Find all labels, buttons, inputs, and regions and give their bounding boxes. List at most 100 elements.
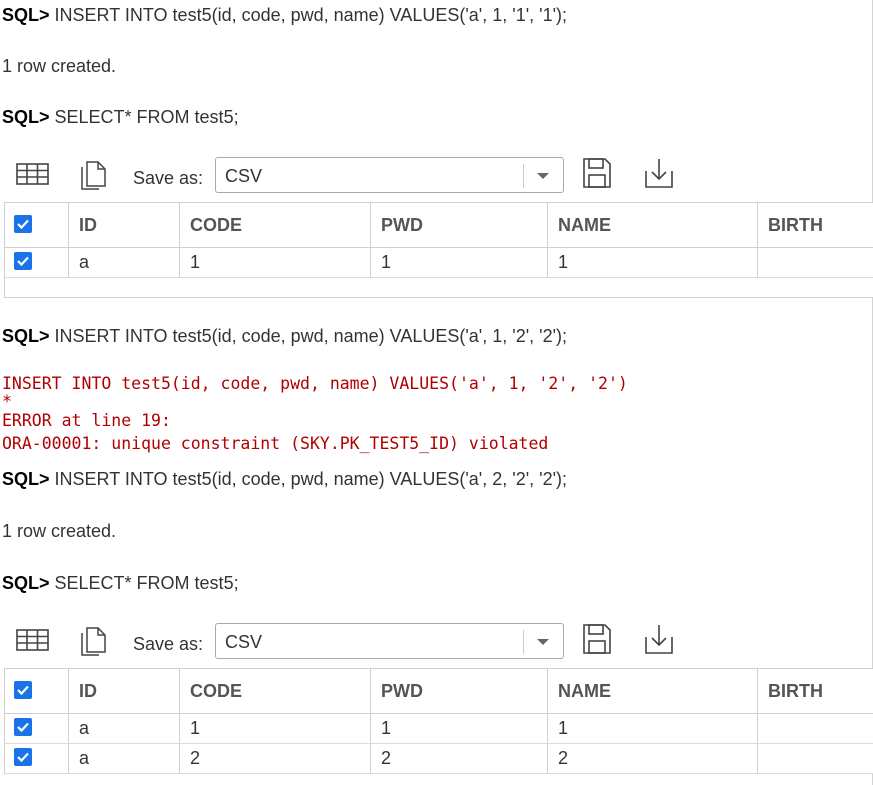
sql-text: INSERT INTO test5(id, code, pwd, name) V… [54, 5, 568, 25]
column-header-pwd[interactable]: PWD [371, 203, 548, 247]
cell-pwd: 2 [371, 744, 548, 773]
grid-header-row: ID CODE PWD NAME BIRTH [5, 669, 873, 714]
column-label: BIRTH [768, 681, 823, 701]
sql-statement-5: SQL> SELECT* FROM test5; [2, 573, 239, 594]
cell-value: 1 [381, 252, 392, 272]
sql-text: SELECT* FROM test5; [54, 573, 239, 593]
save-icon[interactable] [582, 623, 616, 654]
cell-id: a [69, 714, 180, 743]
column-header-name[interactable]: NAME [548, 203, 758, 247]
row-select-cell [5, 248, 69, 277]
cell-id: a [69, 744, 180, 773]
cell-value: a [79, 252, 90, 272]
result-toolbar-1: Save as: CSV [0, 156, 873, 200]
error-marker: * [2, 392, 12, 411]
save-as-label: Save as: [133, 168, 204, 188]
column-header-code[interactable]: CODE [180, 203, 371, 247]
cell-name: 1 [548, 248, 758, 277]
select-all-cell [5, 203, 69, 247]
column-label: ID [79, 681, 97, 701]
sql-statement-1: SQL> INSERT INTO test5(id, code, pwd, na… [2, 5, 567, 26]
table-row[interactable]: a 1 1 1 [5, 248, 873, 278]
cell-code: 2 [180, 744, 371, 773]
column-label: PWD [381, 681, 423, 701]
copy-icon[interactable] [79, 158, 113, 190]
result-toolbar-2: Save as: CSV [0, 622, 873, 666]
save-icon[interactable] [582, 157, 616, 188]
column-label: CODE [190, 215, 243, 235]
cell-value: 1 [190, 718, 201, 738]
cell-value: 1 [558, 718, 569, 738]
row-checkbox[interactable] [14, 718, 32, 736]
sql-statement-2: SQL> SELECT* FROM test5; [2, 107, 239, 128]
download-icon[interactable] [644, 623, 678, 654]
row-select-cell [5, 714, 69, 743]
column-header-id[interactable]: ID [69, 669, 180, 713]
cell-pwd: 1 [371, 714, 548, 743]
sql-prompt: SQL> [2, 326, 50, 346]
row-checkbox[interactable] [14, 748, 32, 766]
select-all-cell [5, 669, 69, 713]
export-format-select[interactable]: CSV [215, 157, 564, 193]
error-echo: INSERT INTO test5(id, code, pwd, name) V… [2, 374, 628, 393]
sql-statement-4: SQL> INSERT INTO test5(id, code, pwd, na… [2, 469, 567, 490]
cell-value: 2 [558, 748, 569, 768]
cell-id: a [69, 248, 180, 277]
sql-prompt: SQL> [2, 469, 50, 489]
column-header-birth[interactable]: BIRTH [758, 203, 873, 247]
column-label: PWD [381, 215, 423, 235]
result-message-1: 1 row created. [2, 56, 117, 76]
grid-header-row: ID CODE PWD NAME BIRTH [5, 203, 873, 248]
grid-view-icon[interactable] [16, 162, 50, 192]
cell-code: 1 [180, 248, 371, 277]
sql-statement-3: SQL> INSERT INTO test5(id, code, pwd, na… [2, 326, 567, 347]
column-header-id[interactable]: ID [69, 203, 180, 247]
result-message-2: 1 row created. [2, 521, 117, 541]
column-label: NAME [558, 215, 611, 235]
sql-prompt: SQL> [2, 5, 50, 25]
copy-icon[interactable] [79, 624, 113, 656]
cell-value: 2 [190, 748, 201, 768]
select-divider [523, 630, 524, 654]
sql-prompt: SQL> [2, 573, 50, 593]
column-header-birth[interactable]: BIRTH [758, 669, 873, 713]
column-label: CODE [190, 681, 243, 701]
cell-value: 1 [558, 252, 569, 272]
result-grid-1: ID CODE PWD NAME BIRTH a 1 1 1 [4, 202, 873, 298]
cell-value: 1 [190, 252, 201, 272]
error-line: ERROR at line 19: [2, 411, 171, 430]
cell-value: a [79, 718, 90, 738]
error-block: INSERT INTO test5(id, code, pwd, name) V… [2, 372, 628, 455]
export-format-select[interactable]: CSV [215, 623, 564, 659]
table-row[interactable]: a 2 2 2 [5, 744, 873, 774]
select-divider [523, 164, 524, 188]
export-format-value: CSV [225, 632, 263, 652]
cell-birth [758, 744, 873, 773]
sql-text: INSERT INTO test5(id, code, pwd, name) V… [54, 469, 568, 489]
column-label: ID [79, 215, 97, 235]
column-header-pwd[interactable]: PWD [371, 669, 548, 713]
row-checkbox[interactable] [14, 252, 32, 270]
chevron-down-icon[interactable] [534, 167, 552, 185]
sql-prompt: SQL> [2, 107, 50, 127]
grid-view-icon[interactable] [16, 628, 50, 658]
cell-value: a [79, 748, 90, 768]
cell-name: 1 [548, 714, 758, 743]
column-label: NAME [558, 681, 611, 701]
cell-value: 1 [381, 718, 392, 738]
cell-birth [758, 714, 873, 743]
sql-text: INSERT INTO test5(id, code, pwd, name) V… [54, 326, 568, 346]
table-row[interactable]: a 1 1 1 [5, 714, 873, 744]
export-format-value: CSV [225, 166, 263, 186]
column-header-name[interactable]: NAME [548, 669, 758, 713]
error-detail: ORA-00001: unique constraint (SKY.PK_TES… [2, 434, 549, 453]
row-select-cell [5, 744, 69, 773]
column-label: BIRTH [768, 215, 823, 235]
chevron-down-icon[interactable] [534, 633, 552, 651]
result-grid-2: ID CODE PWD NAME BIRTH a 1 1 1 a 2 2 2 [4, 668, 873, 774]
select-all-checkbox[interactable] [14, 681, 32, 699]
cell-value: 2 [381, 748, 392, 768]
download-icon[interactable] [644, 157, 678, 188]
column-header-code[interactable]: CODE [180, 669, 371, 713]
select-all-checkbox[interactable] [14, 215, 32, 233]
